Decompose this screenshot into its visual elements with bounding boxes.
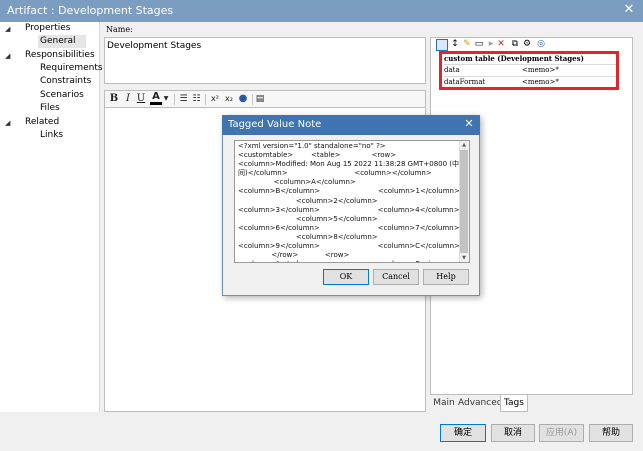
note-text-line: </row> <row> xyxy=(238,251,350,260)
scrollbar-thumb[interactable] xyxy=(460,150,468,253)
tab-advanced[interactable]: Advanced xyxy=(458,395,502,411)
note-text-line: <column>5</column> xyxy=(238,214,378,223)
tab-tags[interactable]: Tags xyxy=(500,395,528,412)
note-text-line: <column>A</column> <column>Business xyxy=(238,260,460,262)
tree-item-properties[interactable]: Properties xyxy=(25,22,70,35)
ok-button[interactable]: 确定 xyxy=(440,424,486,442)
tab-strip: Main Advanced Tags xyxy=(430,395,633,412)
cancel-button[interactable]: 取消 xyxy=(491,424,535,442)
tree-item-related[interactable]: Related xyxy=(25,116,59,129)
insert-object-icon[interactable]: ● xyxy=(237,92,249,106)
font-color-button[interactable]: A xyxy=(150,92,162,105)
superscript-button[interactable]: x² xyxy=(209,92,221,106)
numbered-list-icon[interactable]: ☷ xyxy=(191,92,202,106)
apply-button[interactable]: 应用(A) xyxy=(539,424,584,442)
bullet-list-icon[interactable]: ☰ xyxy=(178,92,189,106)
dialog-ok-button[interactable]: OK xyxy=(323,269,369,285)
tag-value: <memo>* xyxy=(522,78,559,86)
italic-button[interactable]: I xyxy=(123,92,133,106)
dialog-close-icon[interactable]: ✕ xyxy=(461,116,477,132)
tags-toolbar: ↕ ✎ ▭ ▸ ✕ ⧉ ⚙ ◎ xyxy=(432,38,631,52)
note-text-line: <column>3</column> <column>4</column> xyxy=(238,205,460,214)
note-text-line: <column>B</column> <column>1</column> xyxy=(238,187,460,196)
subscript-button[interactable]: x₂ xyxy=(223,92,235,106)
scroll-up-icon[interactable]: ▲ xyxy=(460,142,468,148)
document-icon[interactable]: ▤ xyxy=(255,92,265,106)
scroll-down-icon[interactable]: ▼ xyxy=(460,255,468,261)
tag-options-icon[interactable]: ⚙ xyxy=(522,39,532,49)
window-title-bar: Artifact : Development Stages xyxy=(0,0,643,22)
help-circle-icon[interactable]: ◎ xyxy=(536,39,546,49)
tree-item-links[interactable]: Links xyxy=(40,129,63,142)
tag-value: <memo>* xyxy=(522,66,559,74)
dialog-title: Tagged Value Note xyxy=(228,119,322,130)
tab-main[interactable]: Main xyxy=(432,395,456,411)
tag-table-title: custom table (Development Stages) xyxy=(444,54,584,63)
edit-tag-icon[interactable]: ▭ xyxy=(474,39,484,49)
note-text-line: <column>8</column> xyxy=(238,232,378,241)
note-text-line: <column>Modified: Mon Aug 15 2022 11:38:… xyxy=(238,160,470,169)
note-text-line: 间)</column> <column></column> xyxy=(238,169,432,178)
note-text-line: <column>A</column> xyxy=(238,178,356,187)
tree-item-scenarios[interactable]: Scenarios xyxy=(40,89,84,102)
categorize-icon[interactable] xyxy=(436,39,448,51)
underline-button[interactable]: U xyxy=(136,92,146,106)
tag-name: data xyxy=(444,66,460,74)
copy-tag-icon[interactable]: ⧉ xyxy=(510,39,520,49)
note-text-line: <customtable> <table> <row> xyxy=(238,151,397,160)
tree-expand-responsibilities-icon[interactable]: ◢ xyxy=(5,52,10,60)
dialog-cancel-button[interactable]: Cancel xyxy=(373,269,419,285)
name-value: Development Stages xyxy=(107,41,202,51)
note-text-area[interactable]: <?xml version="1.0" standalone="no" ?> <c… xyxy=(234,140,470,263)
window-close-icon[interactable]: ✕ xyxy=(621,2,637,18)
dialog-help-button[interactable]: Help xyxy=(423,269,469,285)
tree-item-responsibilities[interactable]: Responsibilities xyxy=(25,49,95,62)
tag-move-icon[interactable]: ▸ xyxy=(486,39,496,49)
tag-row-dataformat[interactable]: dataFormat <memo>* xyxy=(444,78,616,88)
help-button[interactable]: 帮助 xyxy=(589,424,633,442)
note-text-line: <column>6</column> <column>7</column> xyxy=(238,223,460,232)
new-tag-icon[interactable]: ✎ xyxy=(462,39,472,49)
name-label: Name: xyxy=(106,25,133,34)
tree-expand-properties-icon[interactable]: ◢ xyxy=(5,25,10,33)
tag-row-data[interactable]: data <memo>* xyxy=(444,66,616,76)
window-title: Artifact : Development Stages xyxy=(7,4,174,17)
dialog-title-bar: Tagged Value Note xyxy=(222,115,480,135)
tree-item-requirements[interactable]: Requirements xyxy=(40,62,103,75)
tree-item-general[interactable]: General xyxy=(38,35,86,48)
note-text-content: <?xml version="1.0" standalone="no" ?> <c… xyxy=(238,142,470,262)
tag-name: dataFormat xyxy=(444,78,486,86)
note-text-line: <column>2</column> xyxy=(238,196,378,205)
note-text-line: <?xml version="1.0" standalone="no" ?> xyxy=(238,142,386,150)
sort-icon[interactable]: ↕ xyxy=(450,39,460,49)
section-tree: ◢ Properties General ◢ Responsibilities … xyxy=(0,22,103,412)
notes-toolbar: B I U A ▼ ☰ ☷ x² x₂ ● ▤ xyxy=(104,90,426,108)
font-color-dropdown-icon[interactable]: ▼ xyxy=(163,92,169,106)
bold-button[interactable]: B xyxy=(109,92,119,106)
tree-expand-related-icon[interactable]: ◢ xyxy=(5,119,10,127)
note-text-line: <column>9</column> <column>C</column> xyxy=(238,242,460,251)
tree-item-files[interactable]: Files xyxy=(40,102,60,115)
tree-item-constraints[interactable]: Constraints xyxy=(40,75,91,88)
delete-tag-icon[interactable]: ✕ xyxy=(496,39,506,49)
